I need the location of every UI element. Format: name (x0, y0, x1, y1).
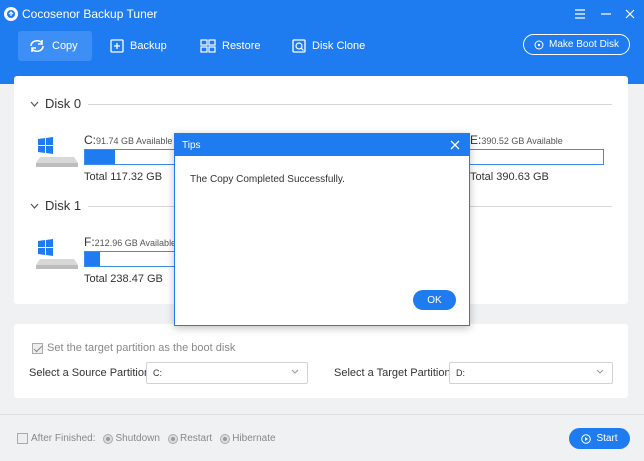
source-partition-value: C: (153, 368, 162, 378)
copy-icon (30, 39, 44, 53)
disk-0-heading[interactable]: Disk 0 (30, 96, 81, 111)
partition-f-total: Total 238.47 GB (84, 273, 163, 285)
radio-restart-label: Restart (179, 433, 213, 444)
tips-dialog: Tips The Copy Completed Successfully. OK (174, 133, 470, 326)
boot-disk-checkbox-label: Set the target partition as the boot dis… (47, 342, 236, 354)
source-partition-select[interactable]: C: (146, 362, 308, 384)
top-bar: Cocosenor Backup Tuner Copy Backup Resto… (0, 0, 644, 84)
app-logo-icon (4, 7, 18, 21)
disc-icon (534, 40, 544, 49)
tab-disk-clone-label: Disk Clone (312, 40, 366, 52)
tab-copy[interactable]: Copy (18, 31, 92, 61)
minimize-icon[interactable] (598, 6, 614, 22)
partition-e-total: Total 390.63 GB (470, 171, 549, 183)
chevron-down-icon (596, 369, 604, 374)
partition-e-label: E:390.52 GB Available (470, 133, 563, 147)
close-icon[interactable] (622, 6, 638, 22)
tab-restore[interactable]: Restore (190, 31, 271, 61)
radio-restart[interactable]: Restart (167, 433, 213, 444)
disk-1-heading[interactable]: Disk 1 (30, 198, 81, 213)
start-button[interactable]: Start (569, 428, 630, 449)
radio-shutdown-circle (103, 433, 114, 444)
radio-hibernate[interactable]: Hibernate (220, 433, 276, 444)
source-partition-label: Select a Source Partition: (29, 367, 154, 379)
partition-c-usage-fill (85, 150, 115, 164)
disk-clone-icon (292, 39, 306, 53)
tab-restore-label: Restore (222, 40, 261, 52)
radio-restart-circle (167, 433, 178, 444)
disk-1-label: Disk 1 (45, 198, 82, 213)
partition-f-usage-fill (85, 252, 100, 266)
bottom-bar: After Finished: Shutdown Restart Hiberna… (0, 414, 644, 461)
dialog-title: Tips (182, 140, 201, 151)
tab-backup-label: Backup (130, 40, 167, 52)
start-button-label: Start (596, 433, 618, 444)
dialog-close-icon[interactable] (448, 138, 462, 152)
tab-copy-label: Copy (52, 40, 78, 52)
ok-button[interactable]: OK (413, 290, 456, 310)
restore-icon (200, 39, 216, 53)
radio-shutdown[interactable]: Shutdown (103, 433, 160, 444)
backup-icon (110, 39, 124, 53)
disk-0-label: Disk 0 (45, 96, 82, 111)
partition-c-label: C:91.74 GB Available (84, 133, 173, 147)
boot-disk-checkbox[interactable] (32, 342, 43, 354)
disk-0-divider (88, 104, 612, 105)
chevron-down-icon (30, 101, 39, 107)
after-finished-label: After Finished: (31, 433, 96, 444)
target-partition-value: D: (456, 368, 465, 378)
radio-shutdown-label: Shutdown (115, 433, 160, 444)
menu-icon[interactable] (572, 6, 588, 22)
boot-disk-option[interactable]: Set the target partition as the boot dis… (32, 342, 235, 354)
radio-hibernate-circle (220, 433, 231, 444)
target-partition-label: Select a Target Partition: (334, 367, 454, 379)
dialog-title-bar: Tips (175, 134, 469, 156)
play-icon (581, 433, 592, 444)
after-finished-checkbox[interactable] (17, 433, 28, 444)
tab-backup[interactable]: Backup (100, 31, 177, 61)
target-partition-select[interactable]: D: (449, 362, 613, 384)
app-title: Cocosenor Backup Tuner (22, 7, 158, 21)
dialog-message: The Copy Completed Successfully. (190, 174, 345, 185)
radio-hibernate-label: Hibernate (232, 433, 276, 444)
chevron-down-icon (291, 369, 299, 374)
chevron-down-icon (30, 203, 39, 209)
tab-disk-clone[interactable]: Disk Clone (282, 31, 375, 61)
partition-c-total: Total 117.32 GB (84, 171, 163, 183)
drive-windows-icon (36, 137, 78, 167)
options-panel: Set the target partition as the boot dis… (14, 324, 628, 398)
after-finished-options: After Finished: Shutdown Restart Hiberna… (17, 433, 284, 444)
drive-windows-icon (36, 239, 78, 269)
make-boot-disk-button[interactable]: Make Boot Disk (523, 34, 630, 55)
make-boot-disk-label: Make Boot Disk (548, 39, 620, 50)
partition-f-label: F:212.96 GB Available (84, 235, 177, 249)
title-bar: Cocosenor Backup Tuner (0, 0, 644, 28)
